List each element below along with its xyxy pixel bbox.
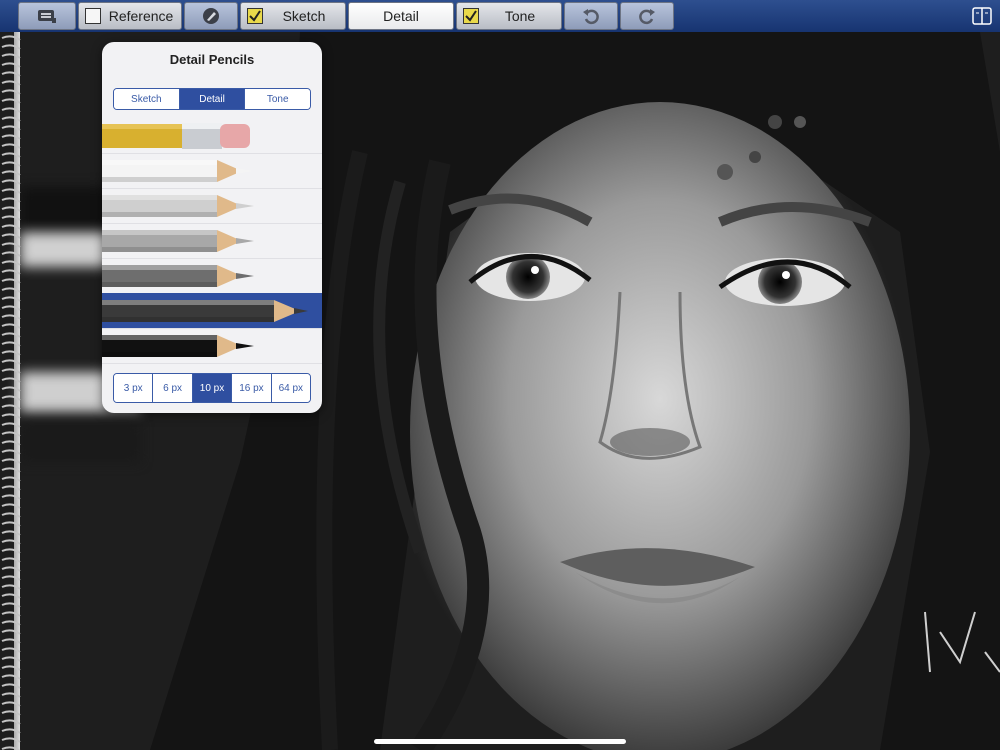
top-toolbar: Reference Sketch Detail Tone (0, 0, 1000, 33)
layers-menu-button[interactable] (18, 2, 76, 30)
light-gray-pencil[interactable] (102, 188, 322, 224)
brush-size-selector: 3 px 6 px 10 px 16 px 64 px (113, 373, 311, 403)
smudge-stroke (20, 422, 140, 462)
detail-pencils-popover: Detail Pencils Sketch Detail Tone 3 px 6… (102, 42, 322, 413)
checkmark-icon (465, 10, 477, 22)
layers-menu-icon (38, 10, 56, 23)
sketch-label: Sketch (282, 8, 326, 24)
split-panel-icon (972, 7, 992, 25)
sketch-checkbox[interactable] (247, 8, 263, 24)
size-64px[interactable]: 64 px (271, 374, 310, 402)
reference-toggle[interactable]: Reference (78, 2, 182, 30)
tone-layer-toggle[interactable]: Tone (456, 2, 562, 30)
undo-icon (583, 9, 599, 25)
reference-label: Reference (108, 8, 174, 24)
pencil-set-selector: Sketch Detail Tone (113, 88, 311, 110)
tab-sketch[interactable]: Sketch (114, 89, 180, 109)
size-16px[interactable]: 16 px (232, 374, 272, 402)
size-6px[interactable]: 6 px (153, 374, 193, 402)
popover-title: Detail Pencils (169, 52, 255, 67)
redo-icon (639, 9, 655, 25)
size-3px[interactable]: 3 px (114, 374, 154, 402)
detail-layer-tab[interactable]: Detail (348, 2, 454, 30)
eraser-pencil[interactable] (102, 118, 322, 154)
pencil-brush-icon (203, 8, 219, 24)
split-panel-button[interactable] (972, 7, 992, 25)
white-pencil[interactable] (102, 153, 322, 189)
reference-checkbox[interactable] (85, 8, 101, 24)
size-10px[interactable]: 10 px (192, 374, 233, 402)
charcoal-pencil[interactable] (102, 293, 322, 329)
tone-label: Tone (504, 8, 536, 24)
tab-tone[interactable]: Tone (245, 89, 310, 109)
black-pencil[interactable] (102, 328, 322, 364)
tone-checkbox[interactable] (463, 8, 479, 24)
brush-picker-button[interactable] (184, 2, 238, 30)
sketchbook-spiral (1, 35, 21, 750)
dark-gray-pencil[interactable] (102, 258, 322, 294)
gray-pencil[interactable] (102, 223, 322, 259)
sketch-layer-toggle[interactable]: Sketch (240, 2, 346, 30)
checkmark-icon (249, 10, 261, 22)
detail-label: Detail (383, 8, 419, 24)
tab-detail[interactable]: Detail (179, 89, 246, 109)
redo-button[interactable] (620, 2, 674, 30)
undo-button[interactable] (564, 2, 618, 30)
home-indicator[interactable] (374, 739, 626, 744)
